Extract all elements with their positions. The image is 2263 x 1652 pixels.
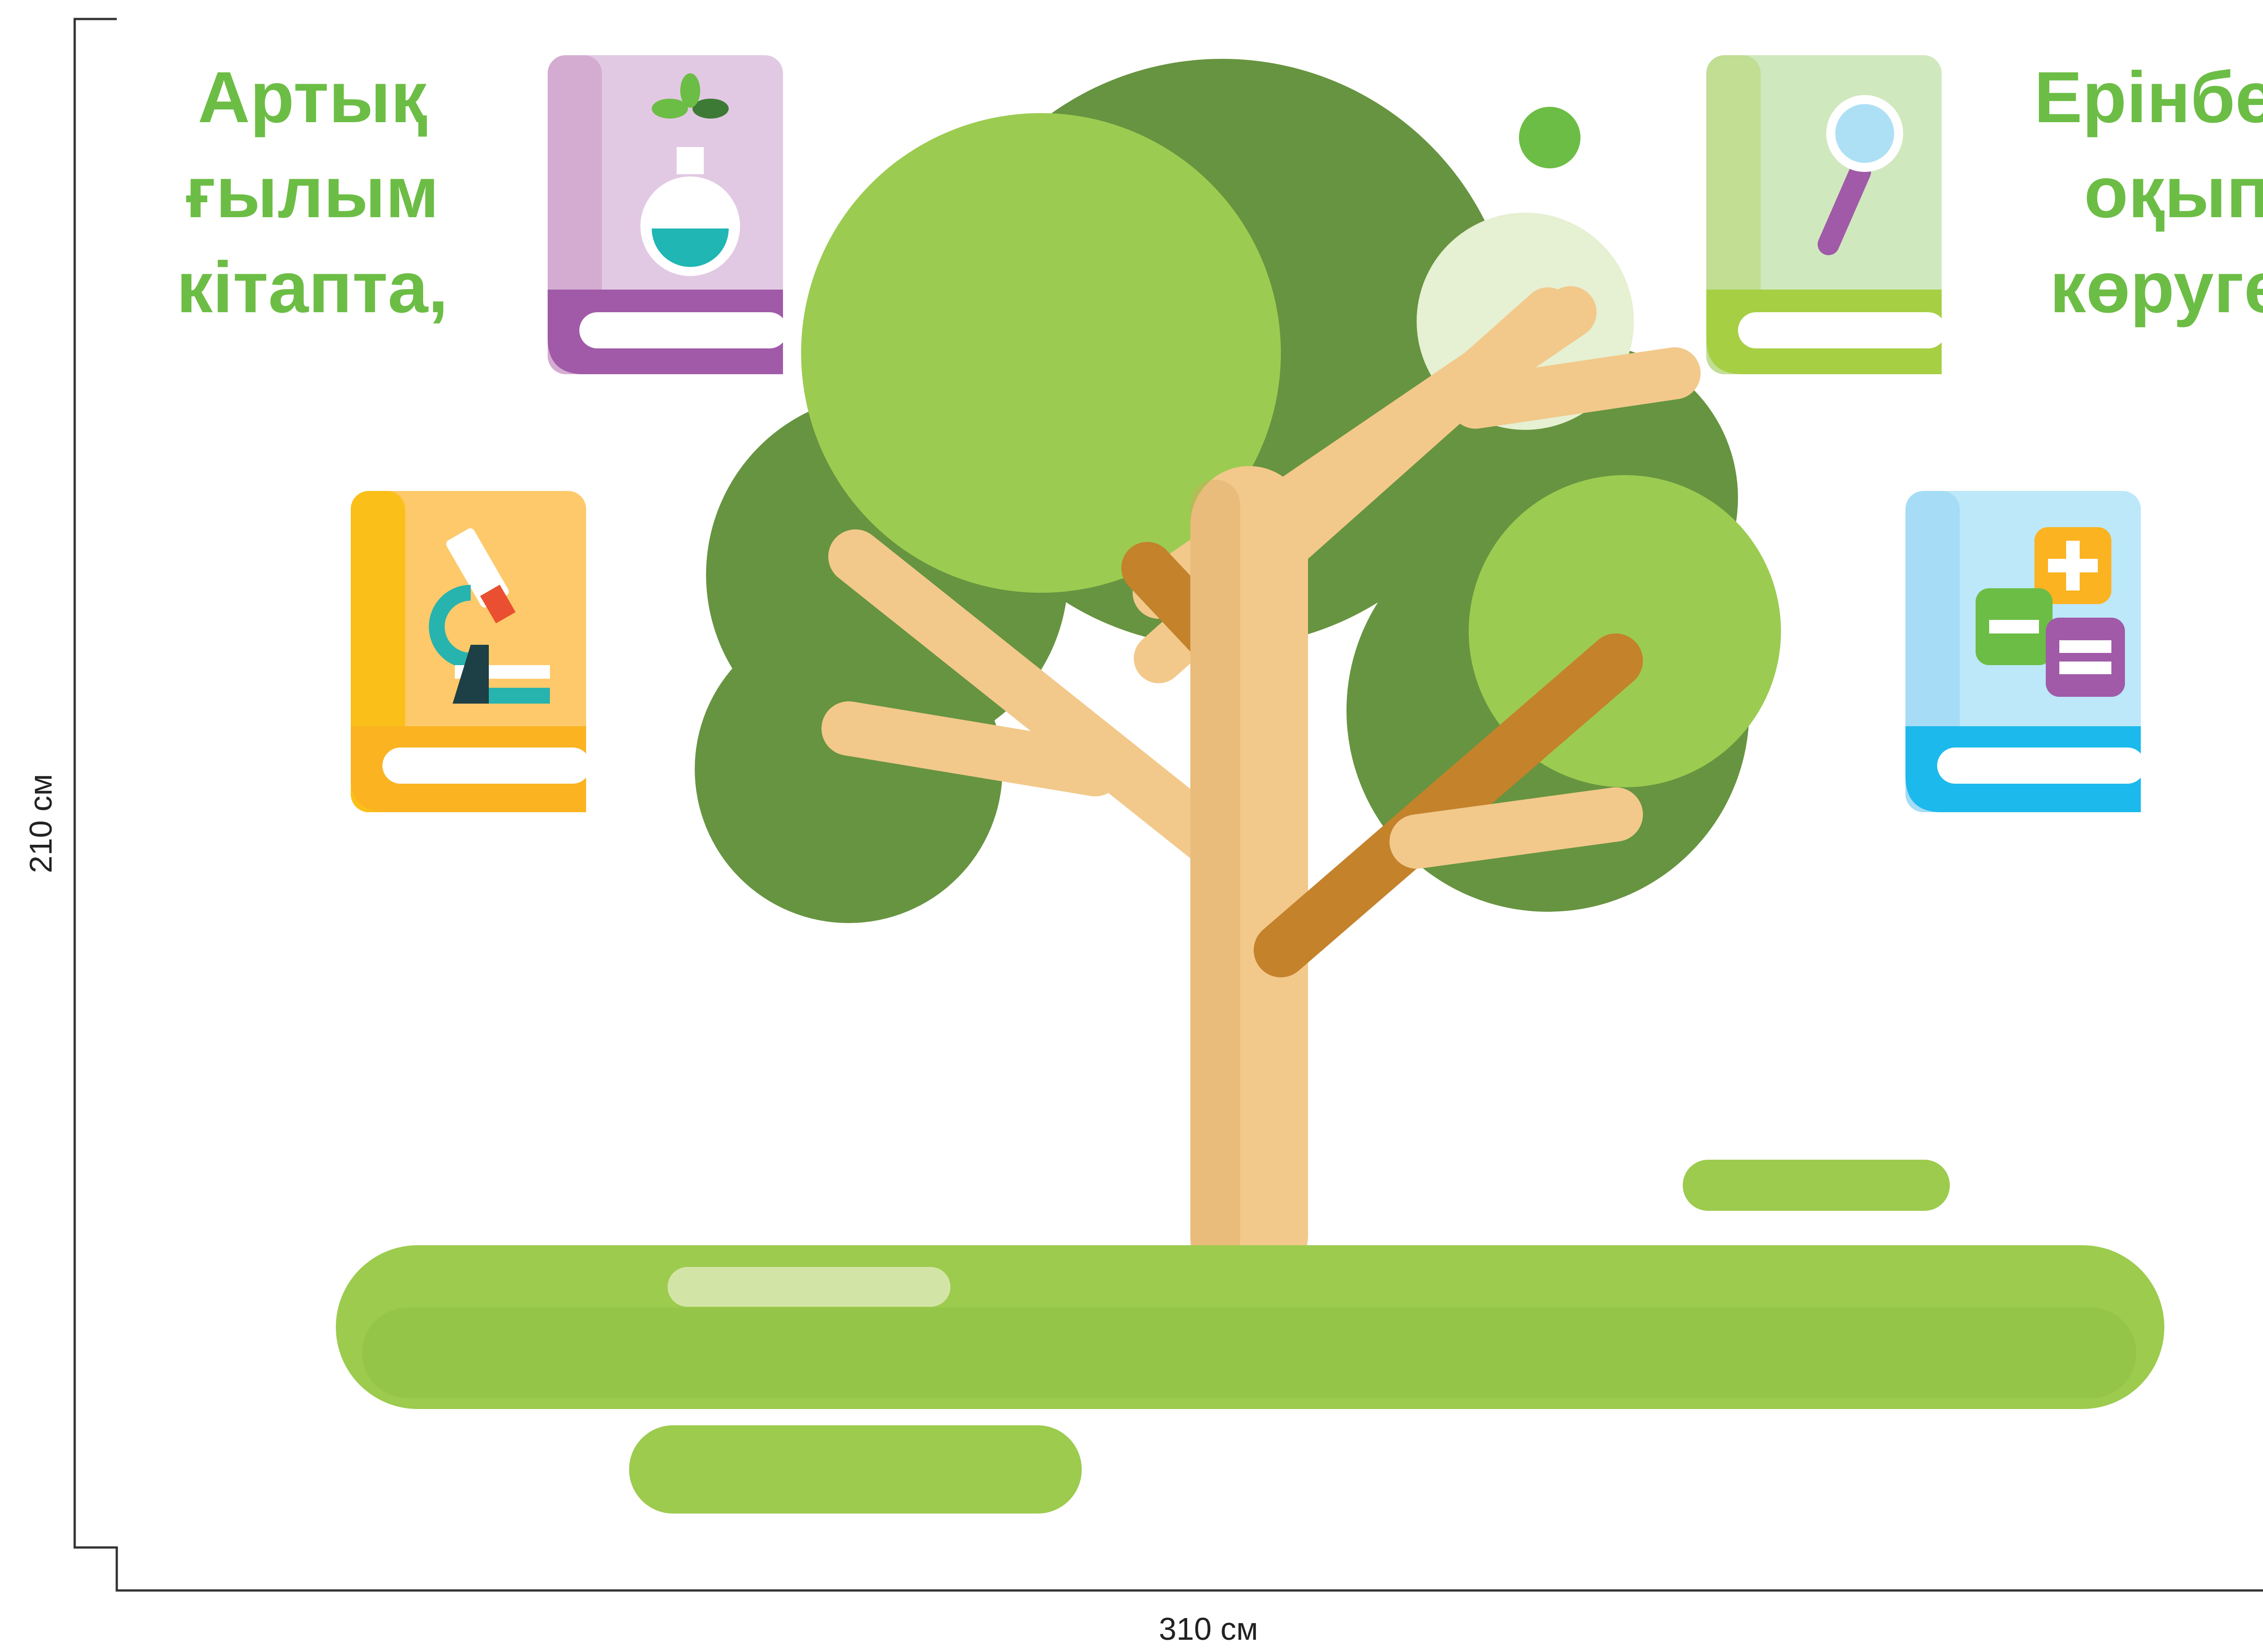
headline-left: Артық ғылым кітапта, (136, 50, 489, 335)
book-microscope (351, 491, 591, 812)
headline-right-line-2: оқып (2084, 152, 2263, 233)
book-magnifier (1706, 55, 1946, 374)
headline-right-line-1: Ерінбей (2034, 57, 2263, 138)
headline-left-line-2: ғылым (186, 152, 439, 233)
headline-right: Ерінбей оқып көруге. (2000, 50, 2263, 335)
grass-upper-strip (1683, 1160, 1950, 1211)
width-dimension-label: 310 см (1159, 1611, 1258, 1647)
small-green-dot (1519, 107, 1580, 168)
grass-highlight (668, 1267, 950, 1307)
book-math (1905, 491, 2145, 812)
height-dimension-label: 210 см (23, 774, 58, 873)
book-chemistry (548, 55, 788, 374)
headline-right-line-3: көруге. (2049, 247, 2263, 328)
headline-left-line-3: кітапта, (176, 247, 449, 328)
headline-left-line-1: Артық (197, 57, 427, 138)
tree-trunk (1190, 466, 1308, 1294)
poster: Артық ғылым кітапта, Ерінбей оқып көруге… (0, 0, 2263, 1652)
grass-band-texture (362, 1308, 2136, 1398)
grass-lower-strip (629, 1425, 1082, 1514)
